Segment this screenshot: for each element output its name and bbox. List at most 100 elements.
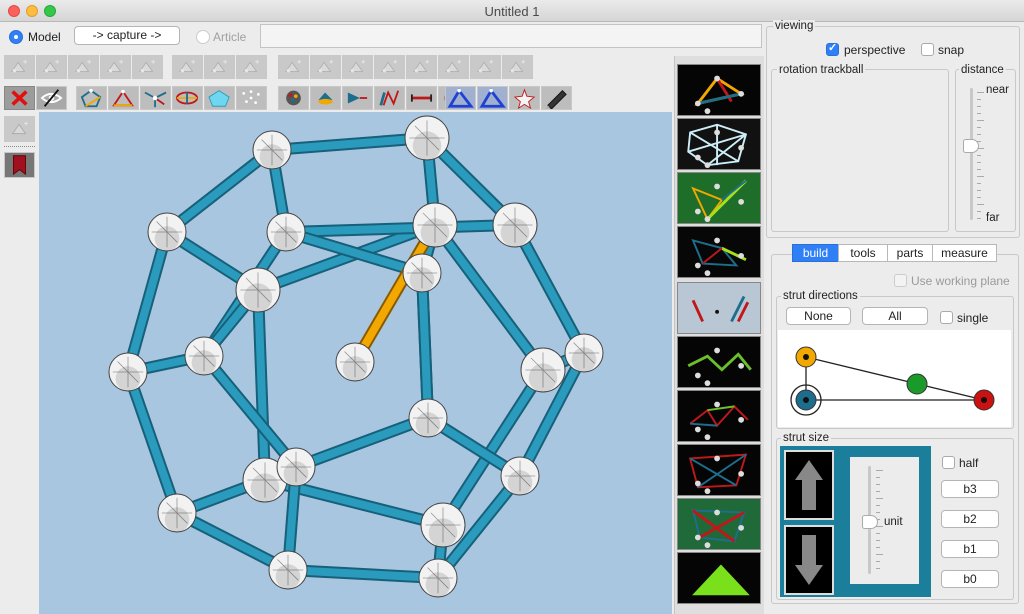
hide-icon[interactable] [36, 86, 67, 110]
sphere-icon[interactable] [278, 86, 309, 110]
size-b2-button[interactable]: b2 [941, 510, 999, 528]
size-tick [876, 568, 880, 569]
ghost-tool-icon[interactable]: + [4, 55, 35, 79]
perspective-checkbox[interactable] [826, 41, 839, 56]
pentagon-struts-icon[interactable] [76, 86, 107, 110]
balls-icon[interactable] [236, 86, 267, 110]
star-icon[interactable] [509, 86, 540, 110]
size-tick [876, 561, 880, 562]
bookmark-icon[interactable] [4, 152, 35, 178]
article-label: Article [213, 30, 247, 44]
svg-text:+: + [297, 57, 302, 66]
distance-tick [977, 92, 984, 93]
distance-tick [977, 162, 981, 163]
ghost-tool-icon[interactable]: + [438, 55, 469, 79]
size-b1-button[interactable]: b1 [941, 540, 999, 558]
ghost-tool-icon[interactable]: + [502, 55, 533, 79]
svg-text:+: + [361, 57, 366, 66]
distance-tick [977, 183, 981, 184]
size-tick [876, 547, 880, 548]
snapshot-5[interactable] [677, 282, 761, 334]
strut [164, 146, 275, 236]
orbit-triangle[interactable] [778, 330, 1011, 427]
ghost-tool-icon[interactable]: + [172, 55, 203, 79]
snapshot-1[interactable] [677, 64, 761, 116]
panel-icon[interactable] [172, 86, 203, 110]
article-radio[interactable] [196, 30, 210, 44]
distance-tick [977, 113, 981, 114]
ghost-tool-icon[interactable]: + [278, 55, 309, 79]
rotation-trackball[interactable] [771, 69, 949, 232]
working-plane-checkbox[interactable] [894, 274, 907, 287]
size-tick [876, 505, 880, 506]
ghost-tool-icon[interactable]: + [68, 55, 99, 79]
tab-build[interactable]: build [792, 244, 839, 262]
panel-fill-icon[interactable] [204, 86, 235, 110]
directions-all-button[interactable]: All [862, 307, 928, 325]
directions-none-button[interactable]: None [786, 307, 851, 325]
model-radio[interactable] [9, 30, 23, 44]
size-tick [876, 554, 883, 555]
ghost-tool-icon[interactable]: + [470, 55, 501, 79]
delete-icon[interactable] [4, 86, 35, 110]
svg-text:+: + [489, 57, 494, 66]
down-arrow-icon [795, 535, 823, 585]
near-label: near [986, 84, 1010, 96]
green-direction-dot[interactable] [906, 373, 928, 395]
size-b0-button[interactable]: b0 [941, 570, 999, 588]
size-tick [876, 470, 883, 471]
snapshot-2[interactable] [677, 118, 761, 170]
cone-icon[interactable] [310, 86, 341, 110]
snapshot-9[interactable] [677, 498, 761, 550]
pen-icon[interactable] [541, 86, 572, 110]
size-b3-button[interactable]: b3 [941, 480, 999, 498]
triangle-struts-icon[interactable] [108, 86, 139, 110]
tab-parts[interactable]: parts [887, 244, 933, 262]
svg-text:+: + [87, 57, 92, 66]
triangle-tool-icon[interactable] [477, 86, 508, 110]
ghost-tool-icon[interactable]: + [4, 116, 35, 142]
trackball-title: rotation trackball [777, 64, 866, 76]
ghost-tool-icon[interactable]: + [406, 55, 437, 79]
capture-button[interactable]: -> capture -> [74, 26, 180, 45]
snapshot-4[interactable] [677, 226, 761, 278]
snapshot-8[interactable] [677, 444, 761, 496]
ghost-tool-icon[interactable]: + [100, 55, 131, 79]
svg-text:+: + [24, 118, 29, 128]
strut-icon[interactable] [374, 86, 405, 110]
snapshot-6[interactable] [677, 336, 761, 388]
snapshot-3[interactable] [677, 172, 761, 224]
window-title: Untitled 1 [484, 4, 540, 19]
axes-icon[interactable] [140, 86, 171, 110]
distance-slider-thumb[interactable] [963, 139, 979, 153]
ghost-tool-icon[interactable]: + [204, 55, 235, 79]
snapshot-7[interactable] [677, 390, 761, 442]
increase-size-button[interactable] [784, 450, 834, 520]
half-checkbox[interactable] [942, 456, 955, 469]
svg-text:+: + [223, 57, 228, 66]
snapshot-10[interactable] [677, 552, 761, 604]
size-slider-thumb[interactable] [862, 515, 878, 529]
snap-checkbox[interactable] [921, 43, 934, 56]
decrease-size-button[interactable] [784, 525, 834, 595]
distance-tick [977, 218, 981, 219]
up-arrow-icon [795, 460, 823, 510]
ghost-tool-icon[interactable]: + [132, 55, 163, 79]
ghost-tool-icon[interactable]: + [374, 55, 405, 79]
ghost-tool-icon[interactable]: + [236, 55, 267, 79]
ghost-tool-icon[interactable]: + [36, 55, 67, 79]
ghost-tool-icon[interactable]: + [342, 55, 373, 79]
single-checkbox[interactable] [940, 311, 953, 324]
article-title-field[interactable] [260, 24, 762, 48]
tab-tools[interactable]: tools [838, 244, 888, 262]
size-tick [876, 526, 883, 527]
vector-icon[interactable] [342, 86, 373, 110]
model-viewport[interactable] [39, 112, 672, 614]
triangle-tool-icon[interactable] [445, 86, 476, 110]
arrows-icon[interactable] [406, 86, 437, 110]
ghost-tool-icon[interactable]: + [310, 55, 341, 79]
distance-slider-track[interactable] [970, 88, 973, 220]
svg-text:+: + [151, 57, 156, 66]
tab-measure[interactable]: measure [932, 244, 997, 262]
size-tick [876, 512, 880, 513]
